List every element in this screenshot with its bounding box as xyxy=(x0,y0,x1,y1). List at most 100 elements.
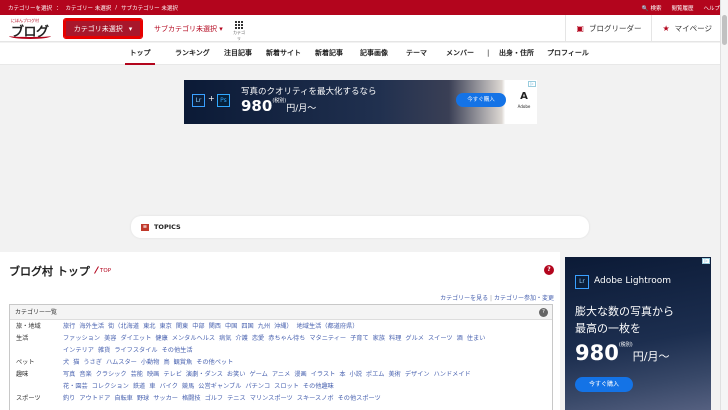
category-link[interactable]: バイク xyxy=(159,383,177,390)
category-link[interactable]: 演劇・ダンス xyxy=(186,371,223,378)
category-link[interactable]: 関東 xyxy=(176,323,188,330)
category-link[interactable]: 住まい xyxy=(467,335,486,342)
ad-banner[interactable]: Lr + Ps 写真のクオリティを最大化するなら 980(税別)円/月〜 今すぐ… xyxy=(184,80,537,124)
category-link[interactable]: ゲーム xyxy=(249,371,267,378)
category-link[interactable]: イラスト xyxy=(311,371,336,378)
category-link[interactable]: ポエム xyxy=(366,371,385,378)
category-link[interactable]: 東北 xyxy=(143,323,155,330)
category-link[interactable]: サッカー xyxy=(153,395,178,402)
category-link[interactable]: 中部 xyxy=(192,323,204,330)
category-link[interactable]: 子育て xyxy=(350,335,369,342)
category-link[interactable]: マリンスポーツ xyxy=(250,395,293,402)
category-link[interactable]: 沖縄） xyxy=(274,323,293,330)
category-link[interactable]: 恋愛 xyxy=(252,335,264,342)
tab-ranking[interactable]: ランキング xyxy=(175,43,210,65)
category-link[interactable]: アウトドア xyxy=(79,395,110,402)
category-link[interactable]: 本 xyxy=(339,371,345,378)
category-link[interactable]: ファッション xyxy=(63,335,100,342)
category-link[interactable]: スイーツ xyxy=(428,335,453,342)
category-link[interactable]: 小動物 xyxy=(141,359,160,366)
category-link[interactable]: 中国 xyxy=(225,323,237,330)
category-link[interactable]: 観賞魚 xyxy=(174,359,193,366)
category-link[interactable]: 格闘技 xyxy=(182,395,201,402)
category-link[interactable]: 自転車 xyxy=(114,395,133,402)
category-link[interactable]: 漫画 xyxy=(294,371,306,378)
tab-themes[interactable]: テーマ xyxy=(406,43,427,65)
category-link[interactable]: 音楽 xyxy=(79,371,91,378)
category-link[interactable]: 競馬 xyxy=(182,383,194,390)
category-link[interactable]: その他スポーツ xyxy=(338,395,381,402)
category-link[interactable]: お笑い xyxy=(227,371,246,378)
category-link[interactable]: 映画 xyxy=(147,371,159,378)
category-link[interactable]: スロット xyxy=(274,383,299,390)
category-link[interactable]: 健康 xyxy=(155,335,167,342)
category-link[interactable]: 介護 xyxy=(235,335,247,342)
category-link[interactable]: 野球 xyxy=(137,395,149,402)
category-link[interactable]: 鳥 xyxy=(163,359,169,366)
category-link[interactable]: 釣り xyxy=(63,395,75,402)
tab-article-images[interactable]: 記事画像 xyxy=(360,43,388,65)
help-link[interactable]: ヘルプ xyxy=(703,4,720,12)
help-icon[interactable]: ? xyxy=(544,265,554,275)
category-link[interactable]: 鉄道 xyxy=(133,383,145,390)
topics-bar[interactable]: ≡ TOPICS xyxy=(131,216,589,238)
category-link[interactable]: パチンコ xyxy=(245,383,270,390)
tab-top[interactable]: トップ xyxy=(125,43,155,65)
category-link[interactable]: 旅行 xyxy=(63,323,75,330)
category-link[interactable]: 花・園芸 xyxy=(63,383,88,390)
category-grid-button[interactable]: カテゴリ xyxy=(233,21,245,41)
tab-new-sites[interactable]: 新着サイト xyxy=(266,43,301,65)
category-link[interactable]: 病気 xyxy=(219,335,231,342)
category-link[interactable]: マタニティー xyxy=(309,335,346,342)
category-link[interactable]: テニス xyxy=(227,395,246,402)
topbar-category-value[interactable]: カテゴリー 未選択 xyxy=(66,4,112,12)
category-link[interactable]: 写真 xyxy=(63,371,75,378)
scrollbar[interactable] xyxy=(720,0,728,410)
side-ad-buy-button[interactable]: 今すぐ購入 xyxy=(575,377,633,392)
tab-new-articles[interactable]: 新着記事 xyxy=(315,43,343,65)
category-link[interactable]: クラシック xyxy=(96,371,127,378)
category-link[interactable]: 海外生活 xyxy=(79,323,104,330)
blog-reader-button[interactable]: ▣ ブログリーダー xyxy=(565,15,651,42)
history-link[interactable]: 閲覧履歴 xyxy=(671,4,693,12)
category-link[interactable]: ダイエット xyxy=(121,335,152,342)
category-link[interactable]: その他ペット xyxy=(196,359,233,366)
category-link[interactable]: アニメ xyxy=(272,371,290,378)
site-logo[interactable]: にほんブログ村 ブログ村 xyxy=(9,18,53,59)
category-link[interactable]: 車 xyxy=(149,383,155,390)
category-link[interactable]: うさぎ xyxy=(83,359,102,366)
category-link[interactable]: 公営ギャンブル xyxy=(198,383,241,390)
category-link[interactable]: ゴルフ xyxy=(205,395,224,402)
category-link[interactable]: メンタルヘルス xyxy=(172,335,215,342)
search-link[interactable]: 🔍 検索 xyxy=(642,4,662,12)
category-link[interactable]: 九州 xyxy=(258,323,270,330)
adchoices-icon[interactable]: ▷ xyxy=(528,81,536,87)
category-link[interactable]: 四国 xyxy=(241,323,253,330)
category-link[interactable]: 関西 xyxy=(209,323,221,330)
category-link[interactable]: ハムスター xyxy=(106,359,137,366)
category-link[interactable]: 猫 xyxy=(73,359,79,366)
category-link[interactable]: 東京 xyxy=(159,323,171,330)
category-link[interactable]: テレビ xyxy=(163,371,182,378)
category-link[interactable]: 街（北海道 xyxy=(108,323,139,330)
help-icon[interactable]: ? xyxy=(539,308,548,317)
category-link[interactable]: 小説 xyxy=(350,371,362,378)
category-link[interactable]: 雑貨 xyxy=(98,347,110,354)
adchoices-icon[interactable]: ▷ xyxy=(702,258,710,264)
category-link[interactable]: 家族 xyxy=(373,335,385,342)
category-link[interactable]: 赤ちゃん待ち xyxy=(268,335,305,342)
join-category-link[interactable]: カテゴリー参加・変更 xyxy=(494,295,554,302)
category-link[interactable]: 酒 xyxy=(457,335,463,342)
category-link[interactable]: デザイン xyxy=(405,371,430,378)
side-ad-banner[interactable]: Lr Adobe Lightroom 膨大な数の写真から 最高の一枚を 980(… xyxy=(565,257,711,410)
category-select-button[interactable]: カテゴリ未選択 ▾ xyxy=(63,18,143,39)
subcategory-select-button[interactable]: サブカテゴリ未選択 ▾ xyxy=(154,24,223,34)
category-link[interactable]: その他生活 xyxy=(162,347,193,354)
category-link[interactable]: グルメ xyxy=(405,335,424,342)
category-link[interactable]: 美術 xyxy=(388,371,400,378)
tab-featured[interactable]: 注目記事 xyxy=(224,43,252,65)
category-link[interactable]: 芸能 xyxy=(131,371,143,378)
category-link[interactable]: ハンドメイド xyxy=(434,371,471,378)
ad-buy-button[interactable]: 今すぐ購入 xyxy=(456,93,506,107)
my-page-button[interactable]: ★ マイページ xyxy=(651,15,728,42)
